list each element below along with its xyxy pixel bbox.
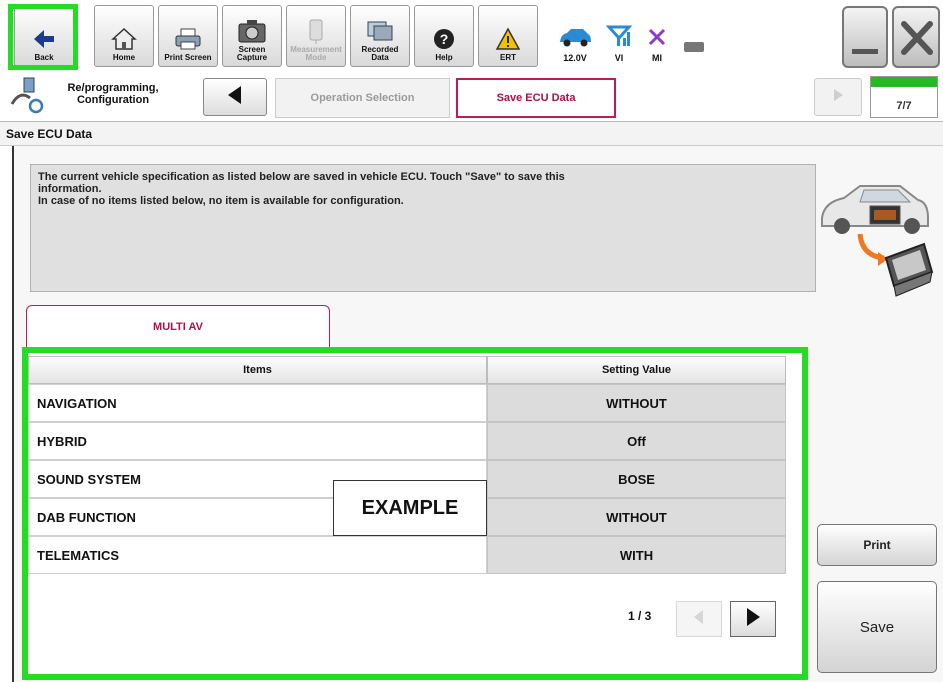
- vi-label: VI: [614, 53, 624, 63]
- car-icon: [557, 26, 593, 53]
- table-header: Items Setting Value: [28, 356, 786, 384]
- screen-capture-button[interactable]: Screen Capture: [222, 5, 282, 67]
- help-button[interactable]: ? Help: [414, 5, 474, 67]
- tab-multi-av[interactable]: MULTI AV: [26, 305, 330, 347]
- home-button-label: Home: [112, 53, 136, 62]
- close-button[interactable]: [892, 6, 940, 68]
- top-toolbar: Back Home Print Screen Screen Capture Me…: [0, 0, 943, 72]
- measurement-mode-button[interactable]: Measurement Mode: [286, 5, 346, 67]
- page-indicator: 1 / 3: [628, 609, 652, 623]
- items-column-header: Items: [28, 356, 487, 384]
- recorded-data-icon: [363, 18, 397, 44]
- mi-status: MI: [640, 5, 674, 67]
- print-button[interactable]: Print: [817, 524, 937, 566]
- tab-operation-selection[interactable]: Operation Selection: [275, 78, 450, 118]
- home-button[interactable]: Home: [94, 5, 154, 67]
- row-value: WITH: [487, 536, 786, 574]
- settings-table: Items Setting Value NAVIGATION WITHOUT H…: [28, 356, 786, 574]
- breadcrumb-section: Re/programming, Configuration: [67, 82, 159, 106]
- step-progress-bar: [871, 77, 937, 87]
- table-row[interactable]: TELEMATICS WITH: [28, 536, 786, 574]
- row-value: Off: [487, 422, 786, 460]
- home-icon: [107, 26, 141, 52]
- instruction-line-3: In case of no items listed below, no ite…: [38, 195, 404, 207]
- triangle-right-icon: [831, 87, 845, 108]
- row-item: HYBRID: [28, 422, 487, 460]
- warning-icon: [491, 26, 525, 52]
- tab-save-ecu-data[interactable]: Save ECU Data: [456, 78, 616, 118]
- svg-text:?: ?: [440, 31, 449, 47]
- row-item: NAVIGATION: [28, 384, 487, 422]
- triangle-left-icon: [225, 84, 245, 111]
- instruction-box: The current vehicle specification as lis…: [30, 164, 816, 292]
- meter-icon: [299, 18, 333, 44]
- mi-label: MI: [652, 53, 662, 63]
- next-page-button[interactable]: [730, 601, 776, 637]
- page-title: Save ECU Data: [0, 122, 943, 146]
- previous-page-button[interactable]: [676, 601, 722, 637]
- table-row[interactable]: NAVIGATION WITHOUT: [28, 384, 786, 422]
- close-icon: [900, 20, 934, 61]
- vi-status: VI: [602, 5, 636, 67]
- battery-indicator-icon: [682, 38, 708, 63]
- instruction-line-2: information.: [38, 183, 102, 195]
- signal-icon: [605, 24, 633, 53]
- instruction-line-1: The current vehicle specification as lis…: [38, 171, 565, 183]
- save-button[interactable]: Save: [817, 581, 937, 673]
- row-value: WITHOUT: [487, 498, 786, 536]
- camera-icon: [235, 18, 269, 44]
- help-label: Help: [435, 53, 453, 62]
- setting-value-column-header: Setting Value: [487, 356, 786, 384]
- reprogramming-icon: [8, 76, 48, 116]
- triangle-right-icon: [744, 606, 762, 633]
- next-step-button[interactable]: [814, 78, 862, 116]
- triangle-left-icon: [692, 608, 706, 631]
- printer-icon: [171, 26, 205, 52]
- row-value: BOSE: [487, 460, 786, 498]
- print-screen-label: Print Screen: [164, 53, 212, 62]
- recorded-data-button[interactable]: Recorded Data: [350, 5, 410, 67]
- back-button-highlight: [8, 4, 78, 70]
- row-item: TELEMATICS: [28, 536, 487, 574]
- minimize-icon: [852, 49, 878, 54]
- example-label: EXAMPLE: [333, 480, 487, 536]
- pagination: 1 / 3: [574, 595, 786, 639]
- breadcrumb: Re/programming, Configuration Operation …: [0, 72, 943, 122]
- row-value: WITHOUT: [487, 384, 786, 422]
- ert-button[interactable]: ERT: [478, 5, 538, 67]
- table-row[interactable]: HYBRID Off: [28, 422, 786, 460]
- measurement-mode-label: Measurement Mode: [290, 45, 342, 62]
- screen-capture-label: Screen Capture: [236, 45, 268, 62]
- battery-voltage: 12.0V: [563, 53, 587, 63]
- print-screen-button[interactable]: Print Screen: [158, 5, 218, 67]
- previous-step-button[interactable]: [203, 78, 267, 116]
- step-indicator: 7/7: [870, 76, 938, 118]
- main-content: The current vehicle specification as lis…: [12, 146, 943, 682]
- disconnected-x-icon: [646, 26, 668, 53]
- step-count: 7/7: [896, 100, 912, 112]
- help-icon: ?: [427, 26, 461, 52]
- status-indicator: [678, 5, 712, 67]
- battery-status: 12.0V: [548, 5, 602, 67]
- ert-label: ERT: [500, 53, 516, 62]
- car-to-laptop-icon: [814, 172, 934, 300]
- minimize-button[interactable]: [842, 6, 888, 68]
- recorded-data-label: Recorded Data: [361, 45, 399, 62]
